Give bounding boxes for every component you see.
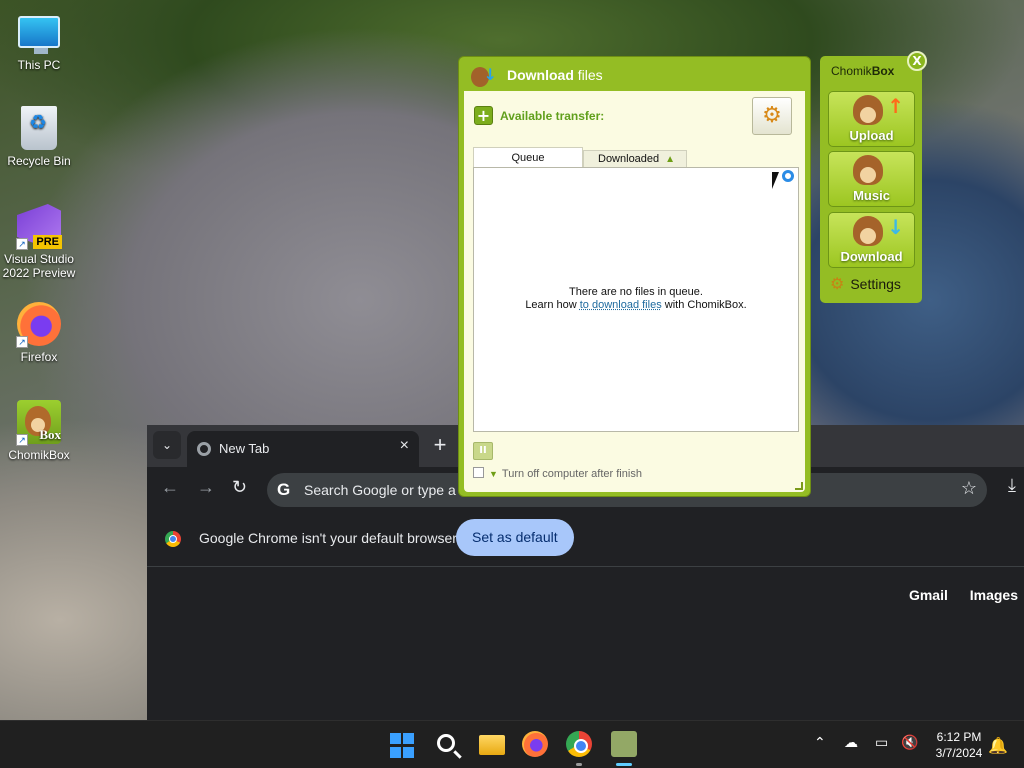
download-label: Download — [840, 249, 903, 264]
queue-panel: There are no files in queue. Learn how t… — [473, 167, 799, 432]
tab-search-button[interactable]: ⌄ — [153, 431, 181, 459]
bookmark-star-icon[interactable]: ☆ — [961, 478, 977, 499]
pre-badge: PRE — [33, 235, 62, 249]
network-icon[interactable]: ▭ — [875, 735, 888, 751]
reload-icon[interactable]: ↻ — [232, 477, 247, 498]
google-links: Gmail Images — [891, 587, 1018, 603]
desktop-icon-label: Firefox — [20, 350, 58, 364]
shortcut-arrow-icon: ↗ — [16, 336, 28, 348]
chomik-hamster-icon — [853, 216, 883, 246]
available-transfer-label: Available transfer: — [500, 109, 605, 123]
desktop-icon-label: Visual Studio 2022 Preview — [2, 252, 76, 280]
desktop-icon-recycle-bin[interactable]: ♻ Recycle Bin — [2, 106, 76, 168]
resize-grip[interactable] — [795, 482, 803, 490]
loading-spinner-icon — [782, 170, 794, 182]
download-button[interactable]: ↓ Download — [828, 212, 915, 268]
window-title: Download files — [507, 67, 603, 83]
settings-button[interactable]: ⚙ Settings — [830, 274, 901, 294]
notification-bell-icon[interactable]: 🔔 — [988, 736, 1008, 755]
mouse-cursor-icon — [772, 172, 779, 189]
chrome-icon — [165, 531, 181, 547]
download-arrow-icon: ↓ — [887, 215, 904, 239]
upload-button[interactable]: ↑ Upload — [828, 91, 915, 147]
forward-icon[interactable]: → — [197, 477, 215, 498]
chrome-icon[interactable] — [566, 731, 592, 757]
upload-label: Upload — [849, 128, 894, 143]
download-settings-button[interactable]: ⚙ — [752, 97, 792, 135]
desktop-icon-this-pc[interactable]: This PC — [2, 10, 76, 72]
firefox-icon[interactable] — [522, 731, 548, 757]
gear-icon: ⚙ — [762, 103, 782, 128]
pause-button[interactable]: II — [473, 442, 493, 460]
download-files-window: ↓ Download files + Available transfer: ⚙… — [458, 56, 811, 497]
omnibox-text: Search Google or type a — [304, 482, 456, 498]
turn-off-option[interactable]: ▼ Turn off computer after finish — [473, 467, 642, 480]
google-g-icon: G — [277, 480, 291, 499]
search-icon[interactable] — [437, 734, 455, 752]
desktop-icon-label: ChomikBox — [8, 448, 70, 462]
new-tab-button[interactable]: + — [427, 432, 453, 458]
desktop-icon-firefox[interactable]: ↗ Firefox — [2, 302, 76, 364]
tab-new-tab[interactable]: New Tab × — [187, 431, 419, 467]
chomikbox-title: ChomikBox — [831, 64, 895, 78]
file-explorer-icon[interactable] — [479, 735, 505, 755]
download-window-body: + Available transfer: ⚙ Queue Downloaded… — [464, 91, 805, 492]
infobar-message: Google Chrome isn't your default browser — [199, 530, 457, 546]
box-badge: Box — [39, 427, 61, 442]
volume-muted-icon[interactable]: 🔇 — [901, 735, 918, 751]
gmail-link[interactable]: Gmail — [909, 587, 948, 603]
window-titlebar[interactable]: ↓ Download files — [459, 57, 810, 93]
clock-time: 6:12 PM — [936, 730, 982, 744]
turn-off-label: Turn off computer after finish — [501, 468, 642, 480]
desktop-icon-chomikbox[interactable]: Box ↗ ChomikBox — [2, 400, 76, 462]
back-icon[interactable]: ← — [161, 477, 179, 498]
triangle-icon: ▲ — [665, 154, 676, 165]
chevron-down-icon: ⌄ — [161, 438, 173, 452]
gear-icon: ⚙ — [830, 276, 845, 293]
turn-off-checkbox[interactable] — [473, 467, 484, 478]
download-icon[interactable]: ⤓ — [1008, 475, 1016, 496]
chomikbox-panel: ChomikBox ↑ Upload Music ↓ Download ⚙ Set… — [820, 56, 922, 303]
images-link[interactable]: Images — [970, 587, 1018, 603]
close-icon[interactable]: × — [400, 437, 409, 455]
music-button[interactable]: Music — [828, 151, 915, 207]
music-label: Music — [853, 188, 890, 203]
cloud-off-icon[interactable]: ☁ — [844, 735, 858, 751]
chomikbox-close-button[interactable]: X — [907, 51, 927, 71]
default-browser-infobar: Google Chrome isn't your default browser… — [147, 511, 1024, 567]
this-pc-icon — [18, 16, 60, 54]
running-indicator — [576, 763, 582, 766]
chomik-download-icon: ↓ — [469, 65, 497, 91]
download-help-link[interactable]: to download files — [580, 299, 662, 311]
chomik-headphones-icon — [853, 155, 883, 185]
chomik-hamster-icon — [853, 95, 883, 125]
desktop-icon-visual-studio[interactable]: PRE ↗ Visual Studio 2022 Preview — [2, 204, 76, 280]
chevron-up-icon[interactable]: ⌃ — [814, 735, 826, 751]
desktop-icon-label: Recycle Bin — [7, 154, 71, 168]
upload-arrow-icon: ↑ — [887, 94, 904, 118]
taskbar: ⌃ ☁ ▭ 🔇 6:12 PM 3/7/2024 🔔 — [0, 720, 1024, 768]
active-indicator — [616, 763, 632, 766]
chrome-favicon-icon — [197, 442, 211, 456]
desktop-icon-label: This PC — [17, 58, 61, 72]
tab-queue[interactable]: Queue — [473, 147, 583, 168]
clock[interactable]: 6:12 PM 3/7/2024 — [926, 729, 992, 761]
tab-title: New Tab — [219, 441, 270, 456]
add-transfer-button[interactable]: + — [474, 106, 493, 125]
set-as-default-button[interactable]: Set as default — [456, 519, 574, 556]
shortcut-arrow-icon: ↗ — [16, 238, 28, 250]
triangle-icon: ▼ — [489, 469, 498, 479]
shortcut-arrow-icon: ↗ — [16, 434, 28, 446]
clock-date: 3/7/2024 — [935, 746, 983, 760]
start-icon[interactable] — [390, 733, 416, 759]
tab-downloaded[interactable]: Downloaded ▲ — [583, 150, 687, 168]
chomikbox-icon[interactable] — [611, 731, 637, 757]
empty-queue-message: There are no files in queue. Learn how t… — [525, 286, 747, 311]
recycle-bin-icon: ♻ — [21, 106, 57, 150]
